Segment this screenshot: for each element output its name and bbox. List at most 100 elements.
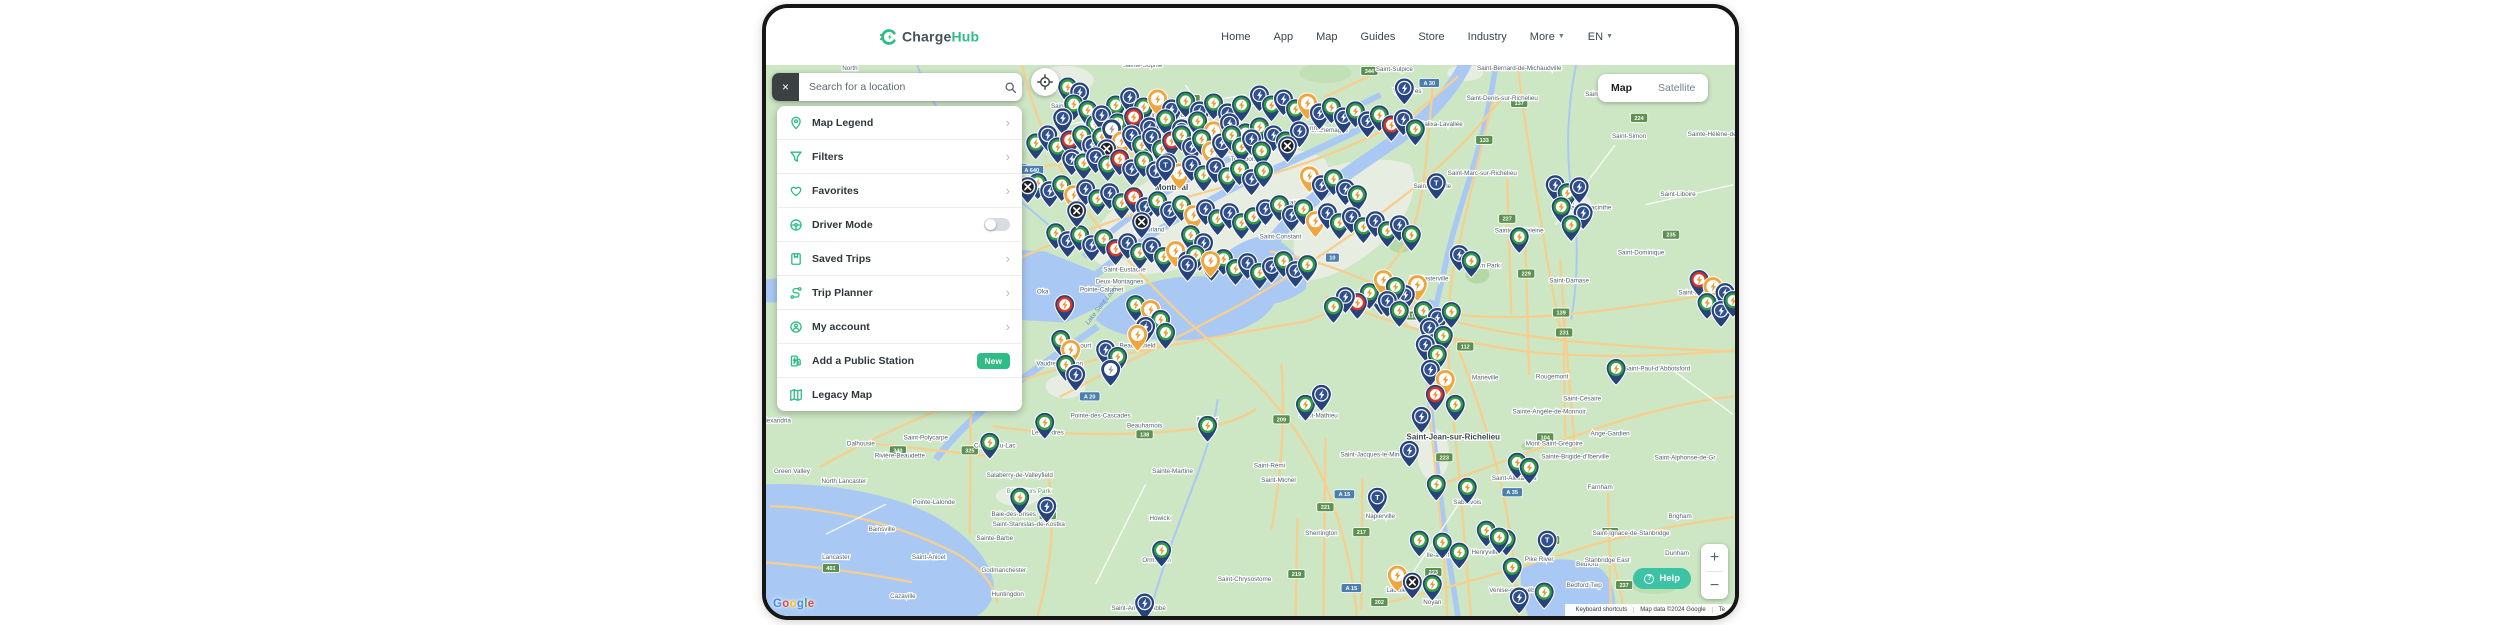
svg-text:223: 223 (1440, 455, 1449, 461)
chargehub-plug-icon (880, 28, 897, 45)
town-label: North (842, 65, 858, 72)
route-shield: A 15 (1340, 583, 1363, 593)
town-label: Lancaster (822, 554, 850, 561)
svg-text:133: 133 (1480, 138, 1489, 144)
route-shield: 139 (1552, 307, 1571, 318)
svg-text:401: 401 (826, 566, 835, 572)
steering-wheel-icon (789, 218, 803, 232)
town-label: North Lancaster (822, 478, 867, 485)
svg-text:344: 344 (1365, 69, 1375, 75)
map-type-map-button[interactable]: Map (1598, 74, 1645, 102)
menu-item-map-legend[interactable]: Map Legend › (777, 106, 1022, 140)
town-label: Saint-Dominique (1618, 250, 1665, 257)
zoom-in-button[interactable]: + (1701, 544, 1728, 571)
svg-text:227: 227 (1503, 217, 1512, 223)
site-header: ChargeHub Home App Map Guides Store Industry M… (766, 8, 1735, 65)
side-menu-panel: Map Legend › Filters › Favorites › Driver Mode… (777, 106, 1022, 411)
geolocate-button[interactable] (1031, 68, 1059, 96)
route-shield: 229 (1517, 268, 1536, 279)
route-shield: 227 (1498, 213, 1517, 224)
route-shield: 10 (1325, 252, 1340, 263)
chevron-right-icon: › (1005, 319, 1010, 334)
svg-text:138: 138 (1140, 432, 1149, 438)
svg-text:T: T (1163, 160, 1168, 169)
nav-item-app[interactable]: App (1274, 31, 1294, 43)
menu-item-add-a-public-station[interactable]: Add a Public Station New (777, 344, 1022, 378)
town-label: Stanbridge East (1585, 557, 1630, 564)
route-shield: 237 (1615, 580, 1634, 590)
map-pin-icon (789, 116, 803, 130)
nav-item-store[interactable]: Store (1418, 31, 1444, 43)
new-badge: New (976, 352, 1010, 369)
map-canvas[interactable]: 1583373441371331322242352352312292271161… (766, 65, 1735, 616)
chevron-right-icon: › (1005, 251, 1010, 266)
chevron-right-icon: › (1005, 115, 1010, 130)
nav-item-guides[interactable]: Guides (1360, 31, 1395, 43)
nav-item-home[interactable]: Home (1221, 31, 1250, 43)
svg-text:224: 224 (1634, 116, 1644, 122)
town-label: Howick (1149, 515, 1170, 522)
svg-text:209: 209 (1277, 417, 1286, 423)
route-shield: 221 (1316, 502, 1335, 513)
route-shield: 401 (821, 563, 840, 573)
map-attribution: Keyboard shortcuts Map data ©2024 Google T… (1565, 604, 1735, 616)
chargehub-logo[interactable]: ChargeHub (880, 28, 979, 45)
town-label: Saint-Marc-sur-Richelieu (1448, 170, 1518, 177)
menu-item-saved-trips[interactable]: Saved Trips › (777, 242, 1022, 276)
help-button[interactable]: ? Help (1633, 568, 1691, 589)
menu-item-driver-mode[interactable]: Driver Mode (777, 208, 1022, 242)
menu-item-label: Add a Public Station (812, 354, 915, 367)
town-label: Saint-Césaire (1563, 395, 1602, 402)
menu-item-label: Trip Planner (812, 286, 873, 299)
nav-item-industry[interactable]: Industry (1468, 31, 1507, 43)
zoom-out-button[interactable]: − (1701, 572, 1728, 599)
town-label: Sainte-Brigide-d'Iberville (1541, 453, 1609, 460)
svg-text:229: 229 (1522, 272, 1531, 278)
svg-text:A 15: A 15 (1346, 586, 1358, 592)
menu-item-favorites[interactable]: Favorites › (777, 174, 1022, 208)
town-label: Pike River (1525, 556, 1554, 563)
chevron-right-icon: › (1005, 285, 1010, 300)
town-label: Saint-Polycarpe (904, 434, 949, 441)
route-icon (789, 286, 803, 300)
heart-icon (789, 184, 803, 198)
town-label: Saint-Stanislas-de-Kostka (993, 521, 1066, 528)
google-logo: Google (773, 598, 815, 610)
town-label: Green Valley (774, 468, 811, 475)
driver-mode-toggle[interactable] (984, 218, 1010, 231)
filter-icon (789, 150, 803, 164)
close-search-button[interactable]: × (772, 73, 799, 101)
map-type-satellite-button[interactable]: Satellite (1645, 74, 1708, 102)
town-label: Saint-Damase (1549, 278, 1589, 285)
town-label: Saint-Simon (1612, 133, 1647, 140)
nav-item-more[interactable]: More ▼ (1530, 31, 1565, 43)
town-label: Marieville (1472, 374, 1499, 381)
attribution-te[interactable]: Te (1711, 607, 1731, 613)
town-label: Rivière-Beaudette (875, 452, 926, 459)
town-label: Sainte-Barbe (976, 535, 1013, 542)
menu-item-trip-planner[interactable]: Trip Planner › (777, 276, 1022, 310)
svg-text:202: 202 (1375, 600, 1384, 606)
town-label: Saint-Jacques-le-Mineur (1340, 451, 1408, 458)
town-label: Saint-Sulpice (1376, 66, 1414, 73)
menu-item-my-account[interactable]: My account › (777, 310, 1022, 344)
town-label: Saint-Chrysostome (1218, 576, 1272, 583)
town-label: Huntingdon (992, 591, 1025, 598)
attribution-keyboard-shortcuts[interactable]: Keyboard shortcuts (1569, 607, 1633, 613)
town-label: Saint-Constant (1260, 234, 1302, 241)
nav-item-en[interactable]: EN ▼ (1588, 31, 1613, 43)
search-input[interactable] (799, 73, 998, 101)
town-label: Deux-Montagnes (1096, 279, 1144, 286)
nav-item-map[interactable]: Map (1316, 31, 1337, 43)
route-shield: 219 (1287, 569, 1306, 579)
menu-item-legacy-map[interactable]: Legacy Map (777, 378, 1022, 411)
search-icon[interactable] (998, 73, 1022, 101)
route-shield: A 35 (1501, 487, 1523, 498)
menu-item-filters[interactable]: Filters › (777, 140, 1022, 174)
legacy-map-icon (789, 388, 803, 402)
town-label: Sainte-Hélène-de-Ba (1688, 131, 1735, 138)
svg-text:219: 219 (1292, 572, 1301, 578)
attribution-map-data-2024-google[interactable]: Map data ©2024 Google (1633, 607, 1711, 613)
town-label: Salaberry-de-Valleyfield (987, 472, 1054, 479)
town-label: Pointe-Lalonde (913, 499, 956, 506)
